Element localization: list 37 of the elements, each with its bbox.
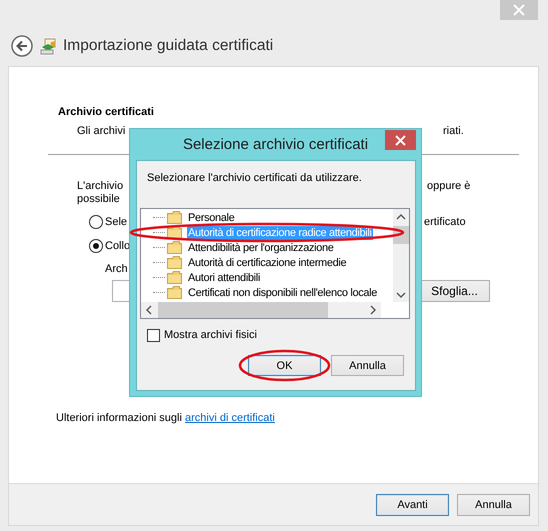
certificate-icon: [40, 38, 57, 54]
folder-icon: [167, 255, 183, 270]
info-text: L'archivio: [77, 180, 124, 193]
checkbox-label: Mostra archivi fisici: [164, 329, 257, 341]
tree-item[interactable]: Personale: [187, 210, 236, 224]
tree-item[interactable]: Autorità di certificazione intermedie: [187, 256, 348, 270]
dialog-button[interactable]: OK: [248, 355, 321, 376]
info-text: Ulteriori informazioni sugli: [56, 412, 182, 424]
dialog-title: Selezione archivio certificati: [182, 136, 368, 153]
tree-item[interactable]: Autori attendibili: [187, 270, 261, 284]
info-link[interactable]: archivi di certificati: [185, 412, 275, 424]
window-title: Importazione guidata certificati: [63, 37, 274, 55]
radio-label: ertificato: [424, 216, 466, 228]
folder-icon: [167, 285, 183, 300]
wizard-button[interactable]: Annulla: [457, 494, 530, 516]
prompt-text: Selezionare l'archivio certificati da utilizzare.: [147, 172, 363, 184]
radio-label: Collo: [105, 240, 131, 252]
tree-item[interactable]: Attendibilità per l'organizzazione: [187, 240, 335, 254]
description-text: riati.: [443, 125, 464, 138]
section-heading: Archivio certificati: [58, 106, 155, 120]
radio-button[interactable]: [89, 239, 103, 253]
close-button[interactable]: [385, 130, 416, 150]
info-text: possibile: [77, 193, 121, 206]
folder-icon: [167, 210, 183, 225]
wizard-button[interactable]: Avanti: [376, 494, 449, 516]
radio-button[interactable]: [89, 215, 103, 229]
back-button[interactable]: [11, 35, 33, 57]
tree-item[interactable]: Certificati non disponibili nell'elenco locale: [187, 286, 378, 300]
info-text: oppure è: [427, 180, 470, 193]
description-text: Gli archivi: [77, 125, 126, 138]
field-label: Arch: [105, 263, 128, 277]
radio-label: Sele: [105, 216, 128, 228]
folder-icon: [167, 270, 183, 285]
dialog-button[interactable]: Annulla: [331, 355, 404, 376]
browse-button[interactable]: Sfoglia...: [419, 280, 490, 302]
folder-icon: [167, 240, 183, 255]
checkbox[interactable]: [147, 328, 160, 342]
